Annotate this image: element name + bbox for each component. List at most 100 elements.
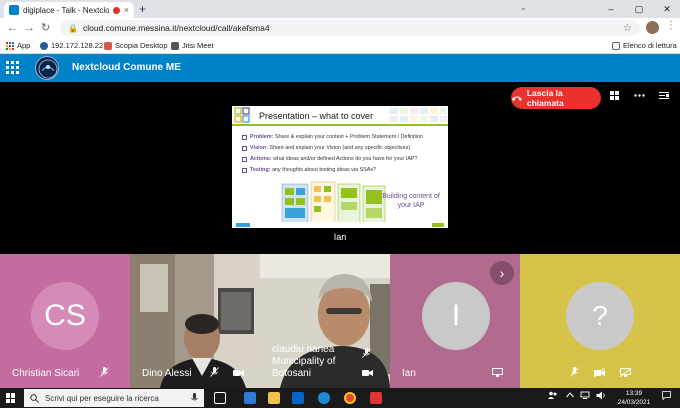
- notifications-icon[interactable]: [662, 391, 671, 402]
- grid-view-icon[interactable]: [610, 91, 619, 103]
- screen-share-icon: [492, 368, 503, 379]
- more-icon[interactable]: [634, 91, 645, 103]
- taskbar-time: 13:39: [625, 390, 643, 397]
- maximize-button[interactable]: ▢: [626, 0, 652, 18]
- call-view: Lascia la chiamata Presentation – what t…: [0, 82, 680, 388]
- slide-decoration-icon: [390, 108, 447, 122]
- windows-taskbar: Scrivi qui per eseguire la ricerca 13:39…: [0, 388, 680, 408]
- app-menu-icon[interactable]: [6, 61, 19, 74]
- screen-share-view[interactable]: Presentation – what to cover Problem: Sh…: [232, 106, 448, 228]
- minimize-button[interactable]: –: [598, 0, 624, 18]
- chrome-icon[interactable]: [344, 392, 356, 404]
- reload-button[interactable]: ↻: [41, 21, 50, 35]
- globe-icon: [40, 41, 48, 50]
- taskbar-search-placeholder: Scrivi qui per eseguire la ricerca: [45, 393, 159, 403]
- tab-title: digiplace - Talk - Nextcloud: [23, 5, 109, 15]
- edge-icon[interactable]: [318, 392, 330, 404]
- reading-list-icon: [612, 41, 620, 50]
- recording-icon: [112, 6, 120, 14]
- bookmark-label: Jitsi Meet: [182, 41, 214, 50]
- leave-call-button[interactable]: Lascia la chiamata: [511, 87, 601, 109]
- slide-board-illustration: [281, 181, 386, 225]
- nextcloud-header: Nextcloud Comune ME: [0, 54, 680, 82]
- bookmark-label: App: [17, 41, 31, 50]
- taskbar-search-box[interactable]: Scrivi qui per eseguire la ricerca: [24, 389, 204, 407]
- lock-icon[interactable]: 🔒: [68, 24, 78, 33]
- bookmark-apps[interactable]: App: [6, 40, 30, 51]
- participant-avatar: CS: [31, 282, 99, 350]
- bookmarks-bar: App 192.172.128.22 Scopia Desktop Jitsi …: [0, 38, 680, 54]
- url-text[interactable]: cloud.comune.messina.it/nextcloud/call/a…: [83, 23, 618, 33]
- bookmark-label: 192.172.128.22: [51, 41, 104, 50]
- slide-title-bar: Presentation – what to cover: [232, 106, 448, 126]
- slide-footer: [232, 222, 448, 228]
- close-window-button[interactable]: ✕: [654, 0, 680, 18]
- slide-building-text: Building content of your IAP: [382, 193, 440, 209]
- participant-avatar: ?: [566, 282, 634, 350]
- bookmark-label: Scopia Desktop: [115, 41, 168, 50]
- screen-share-off-icon: [619, 367, 632, 379]
- browser-menu-icon[interactable]: ⋮: [666, 20, 676, 31]
- tab-search-icon[interactable]: ⌄: [520, 3, 527, 12]
- participant-tile[interactable]: CS Christian Sicari: [0, 254, 130, 388]
- video-off-icon: [593, 367, 605, 379]
- file-explorer-icon[interactable]: [268, 392, 280, 404]
- back-button[interactable]: ←: [7, 21, 18, 35]
- address-bar[interactable]: 🔒 cloud.comune.messina.it/nextcloud/call…: [60, 20, 640, 36]
- participant-name: Christian Sicari: [12, 368, 80, 379]
- slide-bullets: Problem: Share & explain your context + …: [242, 132, 447, 176]
- microphone-off-icon: [100, 367, 109, 379]
- acrobat-icon[interactable]: [370, 392, 382, 404]
- comune-logo[interactable]: [35, 56, 59, 80]
- forward-button[interactable]: →: [24, 21, 35, 35]
- participant-name: claudiu nanea Municipality of Botosani: [272, 344, 336, 379]
- bookmark-star-icon[interactable]: ☆: [623, 23, 632, 34]
- volume-icon[interactable]: [596, 391, 606, 402]
- sidebar-toggle-icon[interactable]: [659, 91, 669, 103]
- reading-list-label: Elenco di lettura: [623, 41, 677, 50]
- mail-icon[interactable]: [292, 392, 304, 404]
- participant-tile[interactable]: claudiu nanea Municipality of Botosani: [260, 254, 390, 388]
- bookmark-ip[interactable]: 192.172.128.22: [40, 40, 103, 51]
- slide-bullet: Testing: any thoughts about testing idea…: [242, 165, 447, 176]
- task-view-icon[interactable]: [214, 392, 226, 404]
- network-icon[interactable]: [580, 391, 590, 402]
- microphone-off-icon: [362, 348, 371, 360]
- taskbar-clock[interactable]: 13:39 24/03/2021: [614, 389, 654, 407]
- participant-tile[interactable]: Dino Alessi: [130, 254, 260, 388]
- reading-list[interactable]: Elenco di lettura: [612, 40, 677, 51]
- microphone-icon[interactable]: [191, 393, 198, 403]
- participant-avatar: I: [422, 282, 490, 350]
- slide-bullet: Actions: what ideas and/or defined Actio…: [242, 154, 447, 165]
- screen-root: digiplace - Talk - Nextcloud × + ⌄ – ▢ ✕…: [0, 0, 680, 408]
- tab-close-icon[interactable]: ×: [124, 5, 129, 15]
- bookmark-scopia[interactable]: Scopia Desktop: [104, 40, 168, 51]
- browser-tab[interactable]: digiplace - Talk - Nextcloud ×: [4, 2, 134, 18]
- profile-avatar[interactable]: [646, 21, 659, 34]
- windows-start-icon[interactable]: [6, 393, 16, 403]
- bookmark-jitsi[interactable]: Jitsi Meet: [171, 40, 214, 51]
- leave-call-label: Lascia la chiamata: [526, 88, 564, 108]
- scopia-icon: [104, 41, 112, 50]
- slide-title: Presentation – what to cover: [259, 111, 374, 121]
- search-icon: [30, 393, 39, 403]
- jitsi-icon: [171, 41, 179, 50]
- browser-toolbar: ← → ↻ 🔒 cloud.comune.messina.it/nextclou…: [0, 18, 680, 38]
- screen-share-presenter: Ian: [333, 232, 347, 242]
- video-camera-icon: [362, 369, 373, 379]
- nextcloud-favicon-icon: [9, 5, 19, 15]
- apps-grid-icon: [6, 41, 14, 50]
- windows-app-icon[interactable]: [244, 392, 256, 404]
- next-participants-button[interactable]: ›: [490, 261, 514, 285]
- participant-tile[interactable]: ?: [520, 254, 680, 388]
- taskbar-date: 24/03/2021: [617, 399, 651, 406]
- urbact-logo-icon: [234, 107, 250, 123]
- microphone-off-icon: [570, 367, 579, 379]
- participant-name: Dino Alessi: [142, 368, 192, 379]
- people-icon[interactable]: [548, 391, 558, 402]
- new-tab-button[interactable]: +: [139, 2, 146, 16]
- chevron-up-icon[interactable]: [566, 391, 574, 400]
- phone-hangup-icon: [511, 96, 522, 101]
- video-camera-icon: [233, 369, 244, 379]
- participant-name: Ian: [402, 368, 416, 379]
